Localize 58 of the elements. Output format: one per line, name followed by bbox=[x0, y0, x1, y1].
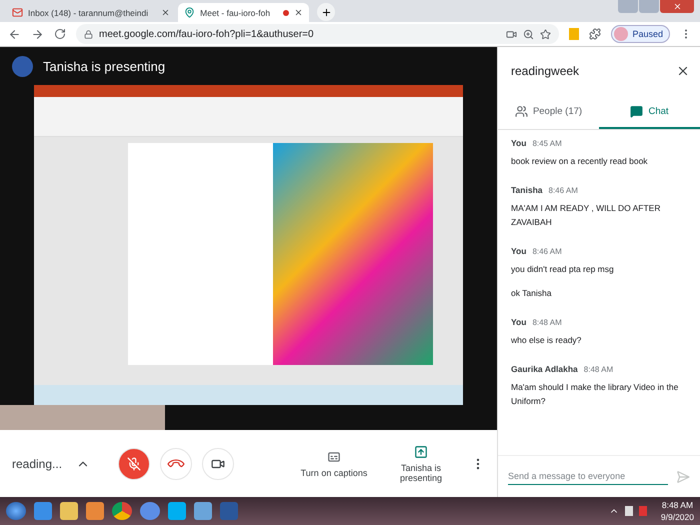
meeting-name: reading... bbox=[12, 456, 62, 470]
circle-app-icon[interactable] bbox=[140, 502, 160, 520]
present-icon bbox=[414, 444, 428, 458]
panel-tab[interactable]: Chat bbox=[599, 95, 700, 129]
present-button[interactable]: Tanisha is presenting bbox=[391, 444, 451, 482]
extensions-icon[interactable] bbox=[589, 28, 602, 40]
new-tab-button[interactable] bbox=[317, 3, 336, 21]
mail-icon bbox=[12, 7, 23, 18]
panel-tab[interactable]: People (17) bbox=[498, 95, 599, 129]
start-orb-icon[interactable] bbox=[6, 502, 26, 520]
message-sender: You bbox=[511, 138, 526, 148]
pin-icon bbox=[184, 7, 196, 18]
captions-icon bbox=[327, 450, 341, 464]
close-icon bbox=[672, 2, 682, 11]
message-sender: Tanisha bbox=[511, 185, 542, 195]
forward-icon[interactable] bbox=[31, 28, 44, 40]
message-time: 8:46 AM bbox=[548, 186, 578, 195]
message-time: 8:48 AM bbox=[584, 365, 614, 374]
message-text: who else is ready? bbox=[511, 334, 582, 347]
presenting-title: Tanisha is presenting bbox=[43, 58, 166, 74]
lock-icon bbox=[84, 30, 93, 38]
camera-button[interactable] bbox=[202, 448, 234, 480]
message-text: MA'AM I AM READY , WILL DO AFTER ZAVAIBAH bbox=[511, 202, 662, 229]
people-icon bbox=[514, 104, 528, 118]
reload-icon[interactable] bbox=[54, 28, 66, 40]
message-text: Ma'am should I make the library Video in the Uniform? bbox=[511, 381, 680, 408]
message-sender: You bbox=[511, 246, 526, 256]
browser-tab[interactable]: Meet - fau-ioro-foh bbox=[178, 3, 310, 22]
message-time: 8:48 AM bbox=[532, 318, 562, 327]
close-window-button[interactable] bbox=[660, 0, 694, 13]
message-time: 8:46 AM bbox=[532, 247, 562, 256]
close-icon[interactable] bbox=[161, 8, 170, 17]
hang-up-button[interactable] bbox=[160, 448, 192, 480]
address-field[interactable]: meet.google.com/fau-ioro-foh?pli=1&authuser=0 bbox=[76, 24, 560, 44]
message-time: 8:45 AM bbox=[532, 139, 562, 148]
profile-button[interactable]: Paused bbox=[611, 25, 670, 43]
zoom-icon[interactable] bbox=[523, 28, 534, 40]
microphone-button[interactable] bbox=[118, 448, 150, 480]
presenter-logo-icon bbox=[12, 56, 33, 76]
bookmark-star-icon[interactable] bbox=[540, 28, 552, 40]
plus-icon bbox=[320, 6, 332, 18]
avatar-icon bbox=[614, 27, 628, 41]
camera-icon bbox=[506, 28, 518, 40]
message-sender: You bbox=[511, 317, 526, 327]
panel-title: readingweek bbox=[511, 64, 580, 78]
close-icon[interactable] bbox=[294, 8, 304, 17]
captions-button[interactable]: Turn on captions bbox=[289, 450, 379, 478]
message-text: book review on a recently read book bbox=[511, 155, 649, 168]
back-icon[interactable] bbox=[8, 28, 21, 40]
chat-icon bbox=[630, 104, 644, 118]
close-icon[interactable] bbox=[676, 64, 690, 78]
recording-dot-icon bbox=[283, 10, 290, 16]
message-text: ok Tanisha bbox=[511, 287, 552, 300]
microphone-off-icon bbox=[127, 456, 142, 470]
message-sender: Gaurika Adlakha bbox=[511, 364, 578, 374]
browser-tab[interactable]: Inbox (148) - tarannum@theindi bbox=[6, 3, 176, 22]
taskbar-clock[interactable]: 8:48 AM 9/9/2020 bbox=[660, 500, 694, 522]
message-text: you didn't read pta rep msg bbox=[511, 263, 615, 276]
